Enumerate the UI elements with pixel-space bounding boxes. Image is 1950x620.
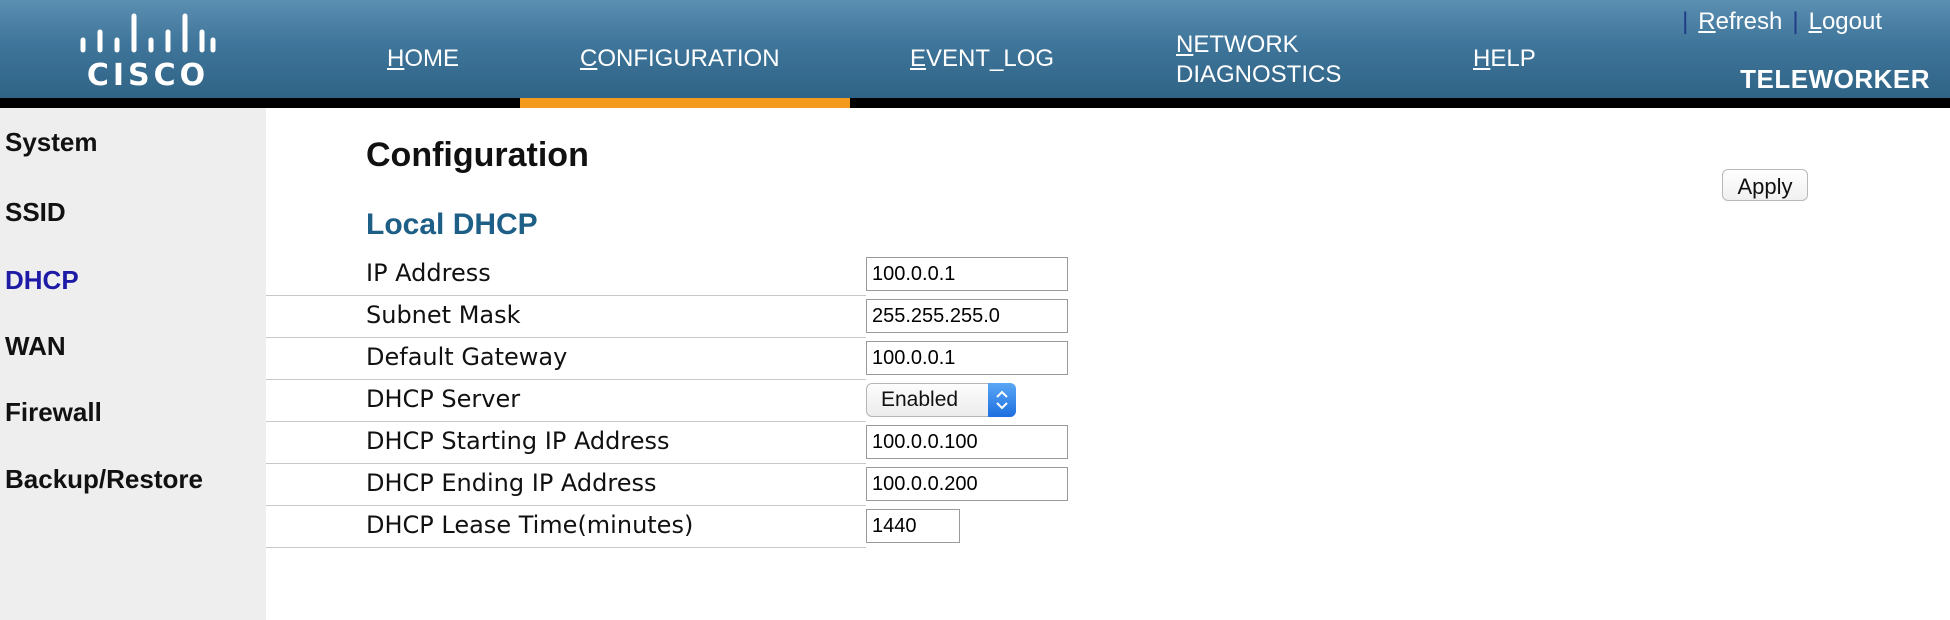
nav-network-diagnostics-label-line2: DIAGNOSTICS xyxy=(1176,61,1342,88)
dhcp-start-ip-input[interactable] xyxy=(866,425,1068,459)
nav-configuration-access-key: C xyxy=(580,45,598,72)
nav-network-diagnostics[interactable]: NETWORK DIAGNOSTICS xyxy=(1176,30,1341,90)
separator: | xyxy=(1792,8,1799,35)
subnet-mask-label: Subnet Mask xyxy=(366,301,521,329)
dhcp-start-ip-label: DHCP Starting IP Address xyxy=(366,427,670,455)
nav-home-label: OME xyxy=(404,45,460,72)
nav-configuration-label: ONFIGURATION xyxy=(597,45,780,72)
row-divider xyxy=(266,421,866,422)
nav-network-diagnostics-label: ETWORK xyxy=(1193,31,1299,58)
sidebar-item-ssid[interactable]: SSID xyxy=(5,196,66,228)
default-gateway-label: Default Gateway xyxy=(366,343,568,371)
cisco-logo-text: CISCO xyxy=(86,58,210,93)
cisco-logo: CISCO xyxy=(78,10,218,93)
nav-event-log-access-key: E xyxy=(910,45,927,72)
logout-label: ogout xyxy=(1821,8,1882,35)
refresh-label: efresh xyxy=(1715,8,1783,35)
row-divider xyxy=(266,337,866,338)
sidebar-item-backup-restore[interactable]: Backup/Restore xyxy=(5,463,203,495)
dhcp-server-select[interactable]: Enabled xyxy=(866,383,1016,417)
nav-help[interactable]: HELP xyxy=(1473,44,1536,74)
cisco-bridge-icon xyxy=(80,13,216,53)
select-updown-icon xyxy=(988,383,1016,417)
default-gateway-input[interactable] xyxy=(866,341,1068,375)
row-divider xyxy=(266,379,866,380)
active-tab-indicator xyxy=(520,98,850,108)
logout-link[interactable]: Logout xyxy=(1809,8,1882,35)
section-title: Local DHCP xyxy=(366,208,538,241)
refresh-link[interactable]: Refresh xyxy=(1698,8,1782,35)
dhcp-end-ip-input[interactable] xyxy=(866,467,1068,501)
dhcp-server-label: DHCP Server xyxy=(366,385,521,413)
nav-help-access-key: H xyxy=(1473,45,1491,72)
dhcp-lease-time-label: DHCP Lease Time(minutes) xyxy=(366,511,694,539)
dhcp-lease-time-input[interactable] xyxy=(866,509,960,543)
dhcp-server-selected-value: Enabled xyxy=(881,388,959,411)
apply-button[interactable]: Apply xyxy=(1722,169,1808,201)
dhcp-end-ip-label: DHCP Ending IP Address xyxy=(366,469,657,497)
row-divider xyxy=(266,505,866,506)
nav-event-log[interactable]: EVENT_LOG xyxy=(910,44,1054,74)
nav-home[interactable]: HOME xyxy=(387,44,459,74)
row-divider xyxy=(266,295,866,296)
row-divider xyxy=(266,463,866,464)
separator: | xyxy=(1682,8,1689,35)
header-divider xyxy=(0,98,1950,108)
nav-event-log-label: VENT_LOG xyxy=(926,45,1055,72)
ip-address-label: IP Address xyxy=(366,259,491,287)
logout-access-key: L xyxy=(1808,8,1822,35)
subnet-mask-input[interactable] xyxy=(866,299,1068,333)
product-name: TELEWORKER xyxy=(1740,64,1930,94)
sidebar-item-firewall[interactable]: Firewall xyxy=(5,396,102,428)
nav-help-label: ELP xyxy=(1490,45,1536,72)
utility-links: | Refresh | Logout xyxy=(1672,8,1882,36)
nav-network-diagnostics-access-key: N xyxy=(1176,31,1194,58)
sidebar-item-wan[interactable]: WAN xyxy=(5,330,66,362)
top-banner: CISCO HOME CONFIGURATION EVENT_LOG NETWO… xyxy=(0,0,1950,98)
page-title: Configuration xyxy=(366,136,589,174)
nav-home-access-key: H xyxy=(387,45,405,72)
ip-address-input[interactable] xyxy=(866,257,1068,291)
nav-configuration[interactable]: CONFIGURATION xyxy=(580,44,780,74)
sidebar: System SSID DHCP WAN Firewall Backup/Res… xyxy=(0,108,266,620)
row-divider xyxy=(266,547,866,548)
refresh-access-key: R xyxy=(1698,8,1716,35)
sidebar-item-dhcp[interactable]: DHCP xyxy=(5,264,79,296)
sidebar-item-system[interactable]: System xyxy=(5,126,98,158)
